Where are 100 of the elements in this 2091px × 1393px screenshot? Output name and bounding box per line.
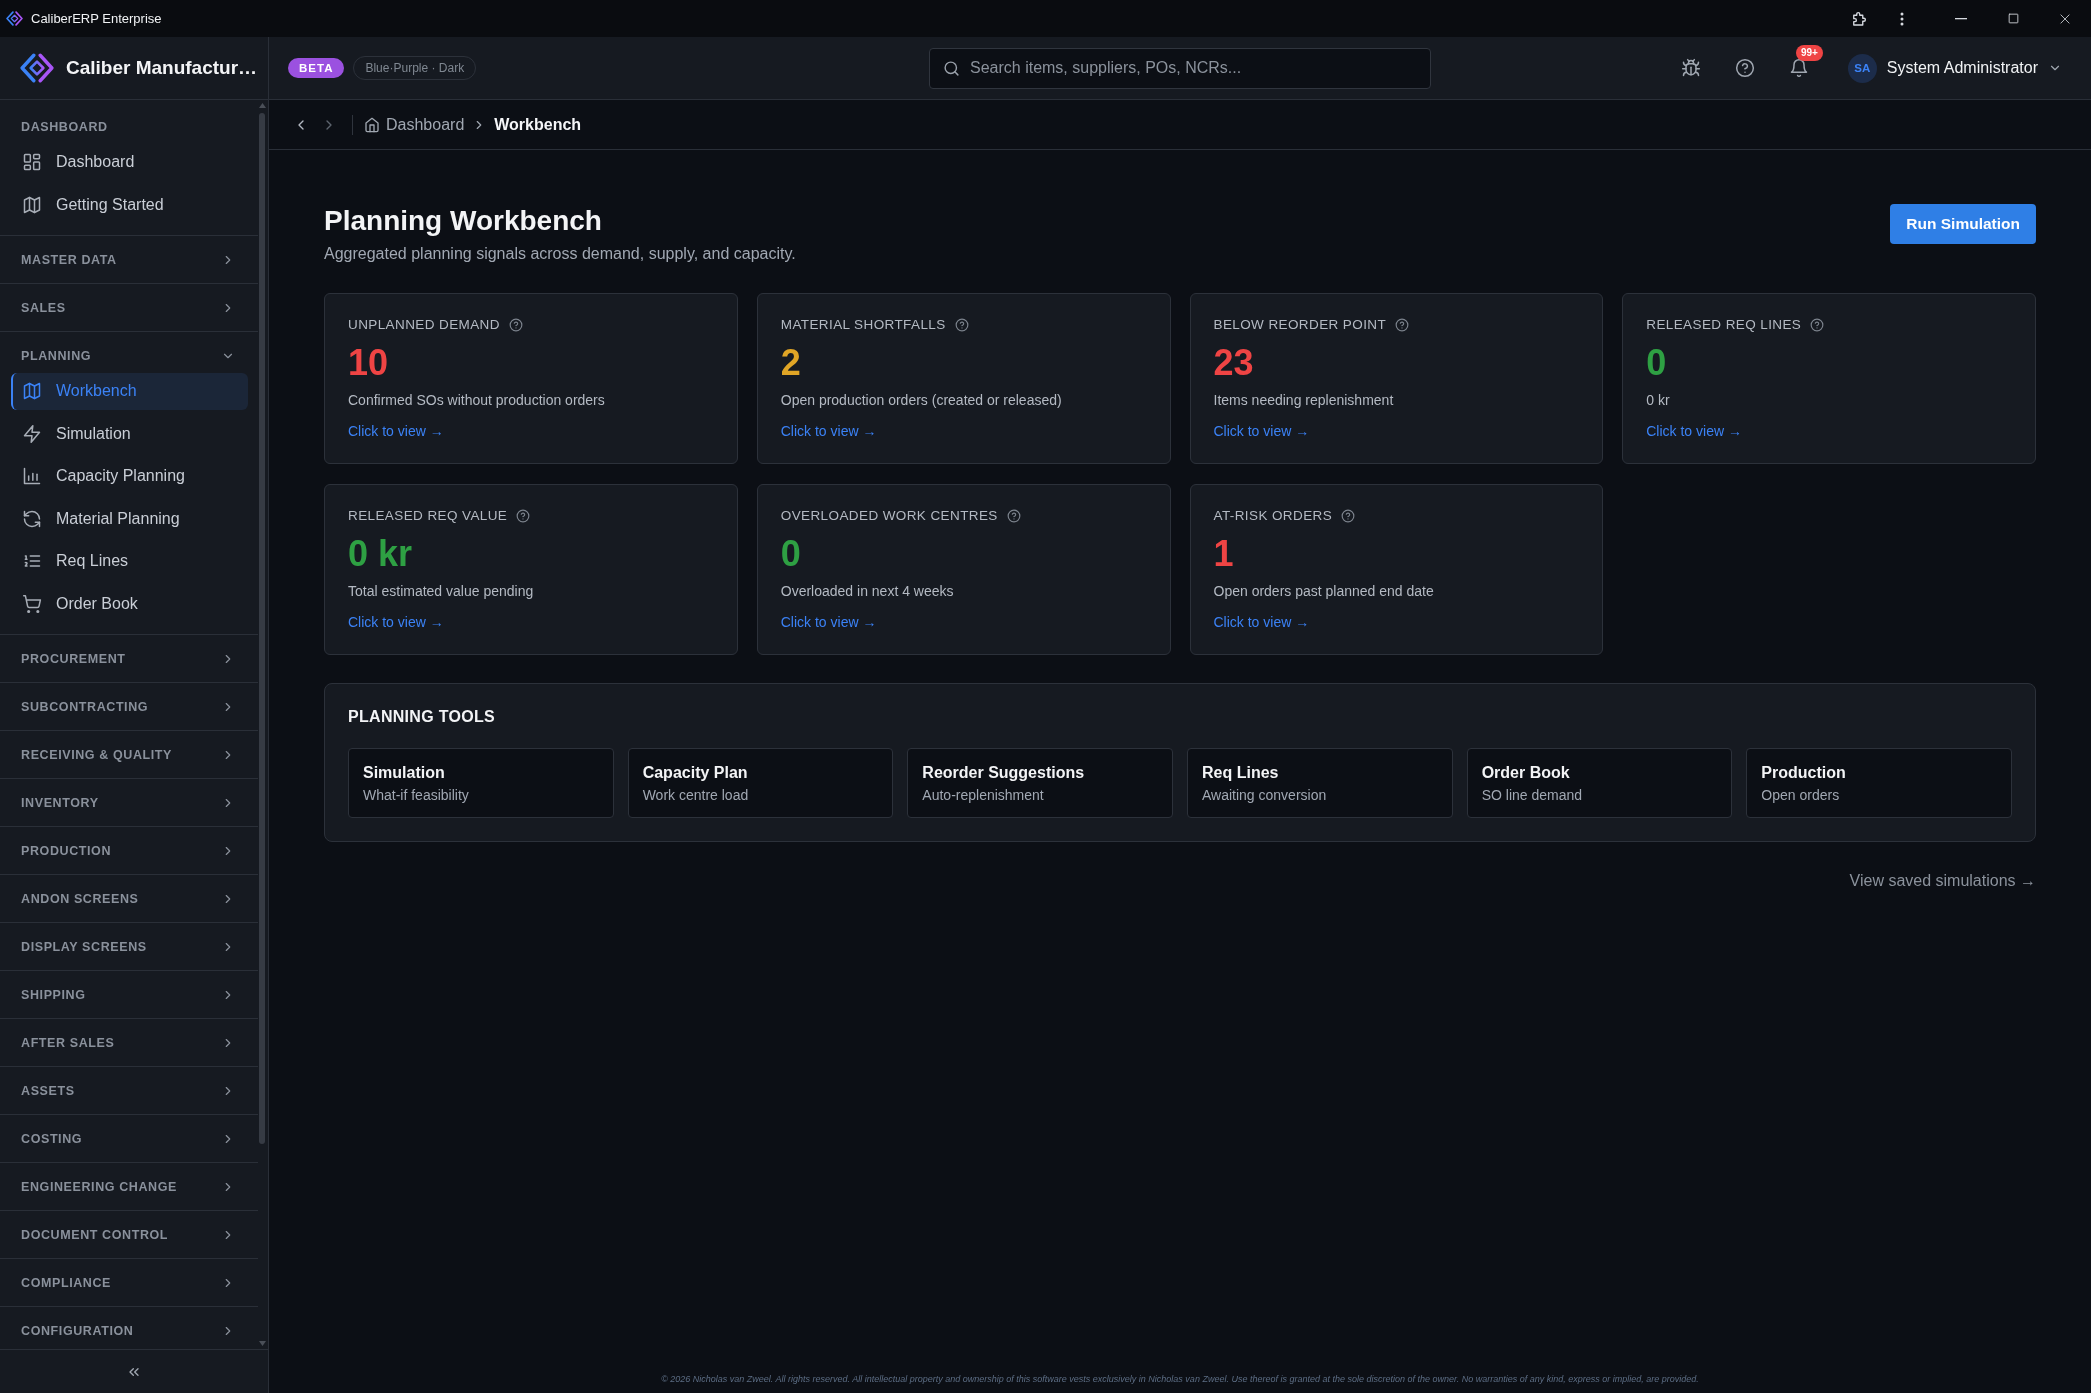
map-icon bbox=[22, 194, 42, 215]
tool-card[interactable]: Reorder Suggestions Auto-replenishment bbox=[907, 748, 1173, 818]
minimize-icon bbox=[1955, 17, 1967, 20]
view-link[interactable]: Click to view → bbox=[348, 422, 444, 440]
nav-item[interactable]: Workbench bbox=[11, 372, 248, 410]
view-link[interactable]: Click to view → bbox=[1213, 422, 1310, 440]
beta-badge: BETA bbox=[288, 58, 345, 78]
metric-description: 0 kr bbox=[1646, 391, 1670, 409]
nav-item[interactable]: Req Lines bbox=[11, 542, 248, 580]
view-link[interactable]: Click to view → bbox=[1646, 422, 1742, 440]
run-simulation-button[interactable]: Run Simulation bbox=[1890, 204, 2036, 244]
saved-simulations-link[interactable]: View saved simulations → bbox=[1849, 871, 2036, 891]
search-field[interactable]: Search items, suppliers, POs, NCRs... bbox=[929, 47, 1431, 89]
window-title: CaliberERP Enterprise bbox=[31, 11, 162, 26]
metric-description: Overloaded in next 4 weeks bbox=[780, 582, 954, 600]
breadcrumb-current[interactable]: Workbench bbox=[494, 115, 582, 134]
lightning-icon bbox=[22, 423, 42, 444]
section-header[interactable]: PLANNING bbox=[0, 341, 258, 370]
tool-card[interactable]: Capacity Plan Work centre load bbox=[627, 748, 894, 818]
help-icon bbox=[1006, 508, 1021, 523]
help-icon bbox=[1810, 317, 1825, 332]
section-label: DASHBOARD bbox=[21, 119, 108, 134]
section-header[interactable]: INVENTORY bbox=[0, 788, 258, 817]
metric-label: OVERLOADED WORK CENTRES bbox=[780, 508, 998, 523]
logo-icon bbox=[20, 53, 54, 83]
tool-card[interactable]: Order Book SO line demand bbox=[1466, 748, 1733, 818]
tool-card[interactable]: Production Open orders bbox=[1746, 748, 2012, 818]
metric-value: 2 bbox=[780, 343, 801, 383]
metric-value: 0 bbox=[780, 534, 801, 574]
kebab-icon bbox=[1899, 11, 1904, 26]
scroll-down-arrow-icon[interactable] bbox=[259, 1341, 266, 1346]
metric-description: Items needing replenishment bbox=[1213, 391, 1394, 409]
section-header[interactable]: DOCUMENT CONTROL bbox=[0, 1220, 258, 1249]
section-header[interactable]: PRODUCTION bbox=[0, 836, 258, 865]
section-header[interactable]: MASTER DATA bbox=[0, 245, 258, 274]
bug-icon bbox=[1680, 58, 1701, 78]
user-menu[interactable]: SA System Administrator bbox=[1847, 53, 2062, 83]
section-header[interactable]: AFTER SALES bbox=[0, 1028, 258, 1057]
search-icon bbox=[943, 59, 960, 77]
nav-item[interactable]: Dashboard bbox=[11, 143, 248, 181]
help-icon bbox=[1395, 317, 1410, 332]
help-icon bbox=[508, 317, 523, 332]
section-header[interactable]: SUBCONTRACTING bbox=[0, 692, 258, 721]
view-link[interactable]: Click to view → bbox=[348, 613, 444, 631]
view-link[interactable]: Click to view → bbox=[780, 613, 877, 631]
copyright-notice: © 2026 Nicholas van Zweel. All rights reserved. All intellectual property and ownership of this software vests exclusively in Nicholas van Zweel. Use thereof is granted at the sole discretion of the owner. No warranties of any kind, express or implied, are provided. bbox=[661, 1374, 1699, 1384]
scroll-up-arrow-icon[interactable] bbox=[259, 103, 266, 108]
metric-value: 0 kr bbox=[348, 534, 413, 574]
maximize-icon bbox=[2006, 12, 2020, 25]
nav-item[interactable]: Getting Started bbox=[11, 186, 248, 224]
nav-item[interactable]: Simulation bbox=[11, 415, 248, 453]
section-header[interactable]: COMPLIANCE bbox=[0, 1268, 258, 1297]
metric-value: 0 bbox=[1646, 343, 1667, 383]
notification-count: 99+ bbox=[1795, 45, 1823, 61]
section-header[interactable]: RECEIVING & QUALITY bbox=[0, 740, 258, 769]
page-title: Planning Workbench bbox=[324, 204, 603, 238]
metric-label: BELOW REORDER POINT bbox=[1213, 317, 1387, 332]
metric-description: Confirmed SOs without production orders bbox=[348, 391, 605, 409]
metric-description: Total estimated value pending bbox=[348, 582, 534, 600]
close-icon bbox=[2058, 11, 2072, 26]
breadcrumb-link[interactable]: Dashboard bbox=[386, 115, 465, 134]
help-icon bbox=[1341, 508, 1356, 523]
section-header[interactable]: ENGINEERING CHANGE bbox=[0, 1172, 258, 1201]
section-header[interactable]: DISPLAY SCREENS bbox=[0, 932, 258, 961]
scrollbar-thumb[interactable] bbox=[259, 113, 265, 1144]
metric-label: UNPLANNED DEMAND bbox=[348, 317, 500, 332]
page-subtitle: Aggregated planning signals across demand, supply, and capacity. bbox=[324, 244, 796, 264]
section-header[interactable]: ASSETS bbox=[0, 1076, 258, 1105]
tool-card[interactable]: Req Lines Awaiting conversion bbox=[1187, 748, 1453, 818]
bar-chart-icon bbox=[22, 466, 42, 487]
view-link[interactable]: Click to view → bbox=[1213, 613, 1310, 631]
metric-value: 23 bbox=[1213, 343, 1254, 383]
section-header[interactable]: SHIPPING bbox=[0, 980, 258, 1009]
avatar: SA bbox=[1847, 53, 1877, 83]
nav-item[interactable]: Material Planning bbox=[11, 500, 248, 538]
nav-item[interactable]: Order Book bbox=[11, 585, 248, 623]
metric-description: Open production orders (created or released) bbox=[780, 391, 1062, 409]
help-icon bbox=[516, 508, 531, 523]
section-header[interactable]: ANDON SCREENS bbox=[0, 884, 258, 913]
map-icon bbox=[22, 381, 42, 402]
section-header[interactable]: CONFIGURATION bbox=[0, 1316, 258, 1345]
view-link[interactable]: Click to view → bbox=[780, 422, 877, 440]
nav-item[interactable]: Capacity Planning bbox=[11, 457, 248, 495]
cart-icon bbox=[22, 593, 42, 614]
section-header[interactable]: PROCUREMENT bbox=[0, 644, 258, 673]
section-header[interactable]: SALES bbox=[0, 293, 258, 322]
metric-label: AT-RISK ORDERS bbox=[1213, 508, 1333, 523]
metric-label: RELEASED REQ VALUE bbox=[348, 508, 508, 523]
refresh-icon bbox=[22, 508, 42, 529]
section-header[interactable]: COSTING bbox=[0, 1124, 258, 1153]
logo-icon bbox=[6, 11, 23, 26]
bell-icon bbox=[1788, 58, 1809, 78]
dashboard-grid-icon bbox=[22, 152, 42, 173]
help-icon bbox=[1734, 58, 1755, 78]
metric-value: 1 bbox=[1213, 534, 1234, 574]
brand-name: Caliber Manufactur… bbox=[66, 57, 258, 79]
tool-card[interactable]: Simulation What-if feasibility bbox=[348, 748, 614, 818]
help-icon bbox=[954, 317, 969, 332]
metric-description: Open orders past planned end date bbox=[1213, 582, 1434, 600]
metric-label: MATERIAL SHORTFALLS bbox=[780, 317, 946, 332]
